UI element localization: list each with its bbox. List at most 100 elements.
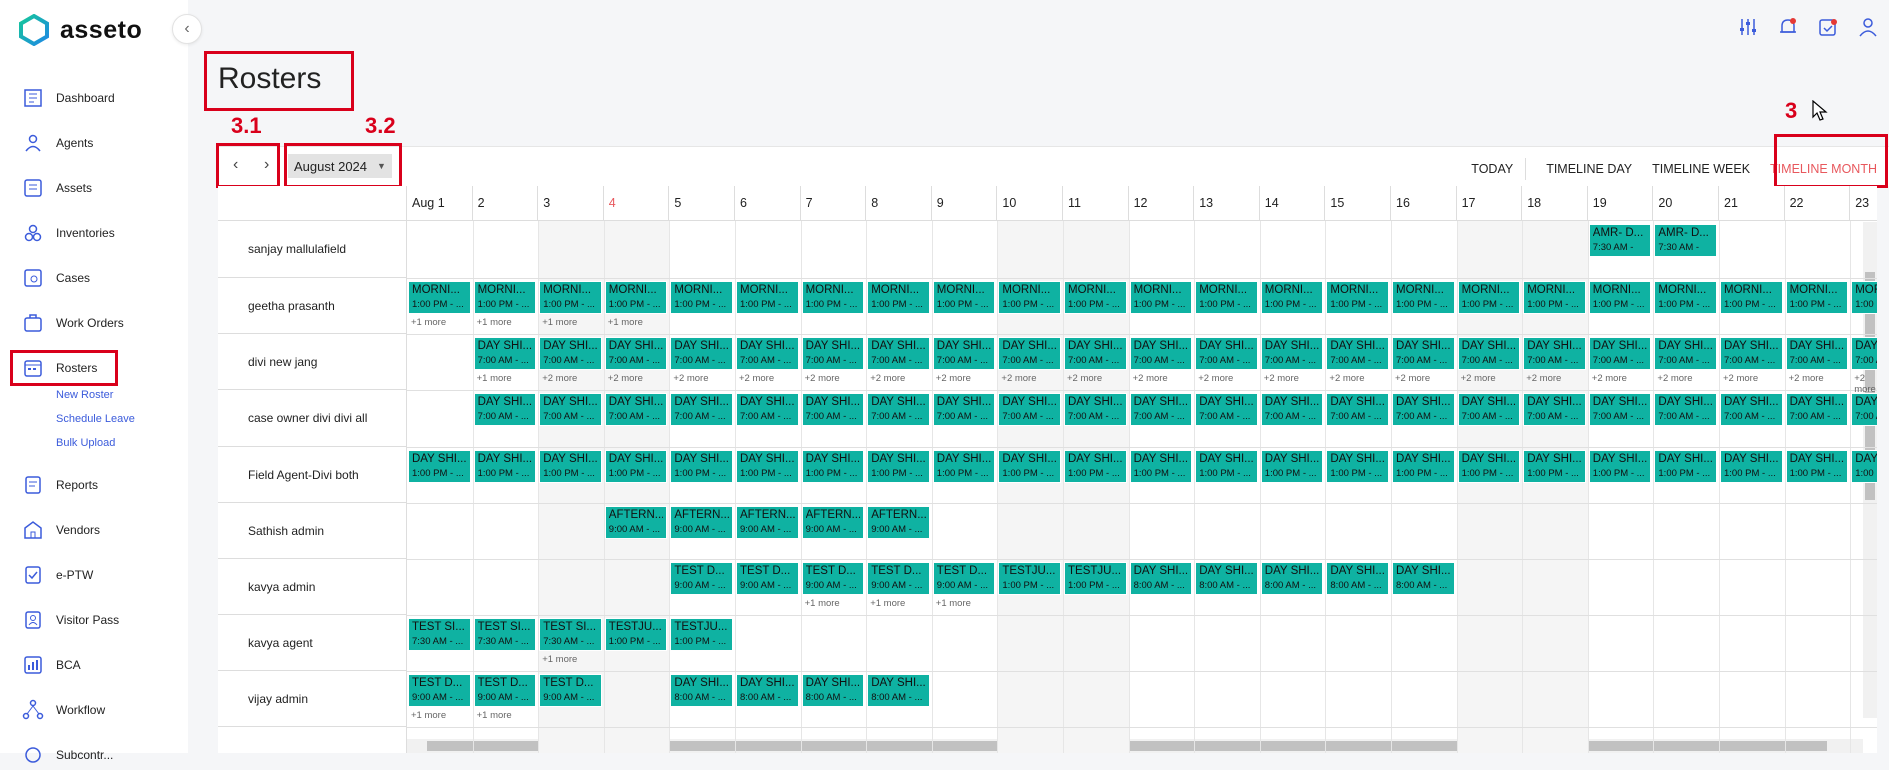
roster-event[interactable]: DAY SHI... 7:00 AM - ... xyxy=(1260,337,1324,370)
roster-event[interactable]: DAY SHI... 7:00 AM - ... xyxy=(1457,393,1521,426)
roster-event[interactable]: DAY SHI... 8:00 AM - ... xyxy=(670,674,733,707)
roster-event[interactable]: DAY SHI... 7:00 AM - ... xyxy=(1785,337,1849,370)
date-header[interactable]: 5 xyxy=(669,186,735,221)
roster-event[interactable]: MORNI... 1:00 PM - ... xyxy=(867,281,930,314)
roster-event[interactable]: MORNI... 1:00 PM - ... xyxy=(1588,281,1652,314)
roster-event[interactable]: DAY SHI... 1:00 PM - ... xyxy=(604,450,668,483)
roster-event[interactable]: DAY SHI... 7:00 AM - ... xyxy=(670,393,733,426)
sidebar-subitem-bulk-upload[interactable]: Bulk Upload xyxy=(56,437,115,449)
roster-event[interactable]: DAY SHI... 1:00 PM - ... xyxy=(1720,450,1783,483)
roster-event[interactable]: MORNI... 1:00 PM - ... xyxy=(1260,281,1324,314)
roster-event[interactable]: MORNI... 1:00 PM - ... xyxy=(736,281,799,314)
more-events-link[interactable]: +2 more xyxy=(542,373,577,384)
roster-event[interactable]: DAY SHI... 8:00 AM - ... xyxy=(1326,562,1389,595)
roster-event[interactable]: MORNI... 1:00 PM - ... xyxy=(801,281,865,314)
sidebar-item-subcontractor[interactable]: Subcontr... xyxy=(22,740,113,770)
date-header[interactable]: 10 xyxy=(997,186,1063,221)
roster-event[interactable]: DAY SHI... 7:00 AM - ... xyxy=(736,337,799,370)
roster-event[interactable]: DAY SHI... 7:00 AM - ... xyxy=(1195,393,1258,426)
roster-event[interactable]: DAY SHI... 7:00 AM - ... xyxy=(473,393,537,426)
roster-event[interactable]: DAY SHI... 1:00 PM - ... xyxy=(473,450,537,483)
roster-event[interactable]: DAY SHI... 7:00 AM - ... xyxy=(1457,337,1521,370)
roster-event[interactable]: DAY SHI... 1:00 PM - ... xyxy=(1195,450,1258,483)
date-header[interactable]: 9 xyxy=(931,186,998,221)
user-icon[interactable] xyxy=(1857,16,1879,38)
roster-event[interactable]: DAY SHI... 1:00 PM - ... xyxy=(736,450,799,483)
sidebar-item-agents[interactable]: Agents xyxy=(22,128,93,158)
roster-event[interactable]: DAY SHI... 1:00 PM - ... xyxy=(867,450,930,483)
roster-event[interactable]: DAY SHI... 7:00 AM - ... xyxy=(801,337,865,370)
roster-event[interactable]: DAY SHI... 7:00 AM - ... xyxy=(539,393,602,426)
more-events-link[interactable]: +2 more xyxy=(1854,373,1877,395)
roster-event[interactable]: DAY SHI... 1:00 PM - ... xyxy=(1129,450,1193,483)
date-header[interactable]: 16 xyxy=(1391,186,1457,221)
roster-event[interactable]: DAY SHI... 1:00 PM - ... xyxy=(1588,450,1652,483)
roster-event[interactable]: DAY SHI... 7:00 AM - ... xyxy=(1588,337,1652,370)
roster-event[interactable]: MORNI... 1:00 PM - ... xyxy=(1851,281,1877,314)
roster-event[interactable]: DAY SHI... 7:00 AM - ... xyxy=(932,337,996,370)
roster-event[interactable]: DAY SHI... 1:00 PM - ... xyxy=(1064,450,1127,483)
more-events-link[interactable]: +2 more xyxy=(1723,373,1758,384)
roster-event[interactable]: DAY SHI... 7:00 AM - ... xyxy=(1654,393,1717,426)
roster-event[interactable]: TEST D... 9:00 AM - ... xyxy=(473,674,537,707)
roster-event[interactable]: DAY SHI... 1:00 PM - ... xyxy=(1260,450,1324,483)
roster-event[interactable]: MORNI... 1:00 PM - ... xyxy=(473,281,537,314)
roster-event[interactable]: DAY SHI... 1:00 PM - ... xyxy=(1457,450,1521,483)
roster-event[interactable]: TESTJU... 1:00 PM - ... xyxy=(998,562,1061,595)
more-events-link[interactable]: +1 more xyxy=(477,373,512,384)
roster-event[interactable]: MORNI... 1:00 PM - ... xyxy=(932,281,996,314)
roster-event[interactable]: DAY SHI... 7:00 AM - ... xyxy=(998,393,1061,426)
more-events-link[interactable]: +2 more xyxy=(739,373,774,384)
date-header[interactable]: 14 xyxy=(1259,186,1326,221)
roster-event[interactable]: MORNI... 1:00 PM - ... xyxy=(604,281,668,314)
roster-event[interactable]: DAY SHI... 7:00 AM - ... xyxy=(867,337,930,370)
roster-event[interactable]: DAY SHI... 7:00 AM - ... xyxy=(1851,393,1877,426)
roster-event[interactable]: MORNI... 1:00 PM - ... xyxy=(539,281,602,314)
roster-event[interactable]: TESTJU... 1:00 PM - ... xyxy=(604,618,668,651)
roster-event[interactable]: MORNI... 1:00 PM - ... xyxy=(670,281,733,314)
roster-event[interactable]: DAY SHI... 1:00 PM - ... xyxy=(1785,450,1849,483)
more-events-link[interactable]: +1 more xyxy=(870,598,905,609)
roster-event[interactable]: TEST D... 9:00 AM - ... xyxy=(539,674,602,707)
roster-event[interactable]: DAY SHI... 7:00 AM - ... xyxy=(1064,393,1127,426)
brand-logo[interactable]: asseto xyxy=(18,14,142,46)
sidebar-item-work-orders[interactable]: Work Orders xyxy=(22,308,124,338)
roster-event[interactable]: MORNI... 1:00 PM - ... xyxy=(1720,281,1783,314)
more-events-link[interactable]: +2 more xyxy=(1592,373,1627,384)
sidebar-item-vendors[interactable]: Vendors xyxy=(22,515,100,545)
roster-event[interactable]: DAY SHI... 1:00 PM - ... xyxy=(1851,450,1877,483)
date-header[interactable]: 2 xyxy=(472,186,539,221)
roster-event[interactable]: TEST D... 9:00 AM - ... xyxy=(867,562,930,595)
roster-event[interactable]: DAY SHI... 7:00 AM - ... xyxy=(932,393,996,426)
more-events-link[interactable]: +1 more xyxy=(936,598,971,609)
roster-event[interactable]: AMR- D... 7:30 AM - xyxy=(1588,224,1652,257)
roster-event[interactable]: AFTERN... 9:00 AM - ... xyxy=(867,506,930,539)
roster-event[interactable]: DAY SHI... 8:00 AM - ... xyxy=(1129,562,1193,595)
roster-event[interactable]: DAY SHI... 7:00 AM - ... xyxy=(473,337,537,370)
roster-event[interactable]: TESTJU... 1:00 PM - ... xyxy=(1064,562,1127,595)
roster-event[interactable]: DAY SHI... 7:00 AM - ... xyxy=(670,337,733,370)
more-events-link[interactable]: +1 more xyxy=(477,317,512,328)
roster-event[interactable]: DAY SHI... 7:00 AM - ... xyxy=(867,393,930,426)
date-header[interactable]: 6 xyxy=(735,186,801,221)
roster-event[interactable]: DAY SHI... 7:00 AM - ... xyxy=(1720,337,1783,370)
roster-event[interactable]: MORNI... 1:00 PM - ... xyxy=(1326,281,1389,314)
roster-event[interactable]: MORNI... 1:00 PM - ... xyxy=(1129,281,1193,314)
roster-event[interactable]: DAY SHI... 7:00 AM - ... xyxy=(1326,393,1389,426)
roster-event[interactable]: TEST D... 9:00 AM - ... xyxy=(932,562,996,595)
roster-event[interactable]: DAY SHI... 7:00 AM - ... xyxy=(604,337,668,370)
roster-event[interactable]: DAY SHI... 8:00 AM - ... xyxy=(1260,562,1324,595)
roster-event[interactable]: DAY SHI... 7:00 AM - ... xyxy=(1064,337,1127,370)
date-header[interactable]: 3 xyxy=(538,186,604,221)
more-events-link[interactable]: +1 more xyxy=(805,598,840,609)
roster-event[interactable]: DAY SHI... 7:00 AM - ... xyxy=(604,393,668,426)
more-events-link[interactable]: +2 more xyxy=(1789,373,1824,384)
sidebar-subitem-new-roster[interactable]: New Roster xyxy=(56,389,113,401)
roster-event[interactable]: DAY SHI... 8:00 AM - ... xyxy=(1392,562,1455,595)
more-events-link[interactable]: +2 more xyxy=(1526,373,1561,384)
roster-event[interactable]: DAY SHI... 1:00 PM - ... xyxy=(1392,450,1455,483)
date-header[interactable]: 15 xyxy=(1325,186,1391,221)
date-header[interactable]: 17 xyxy=(1456,186,1523,221)
more-events-link[interactable]: +2 more xyxy=(1133,373,1168,384)
more-events-link[interactable]: +1 more xyxy=(411,317,446,328)
